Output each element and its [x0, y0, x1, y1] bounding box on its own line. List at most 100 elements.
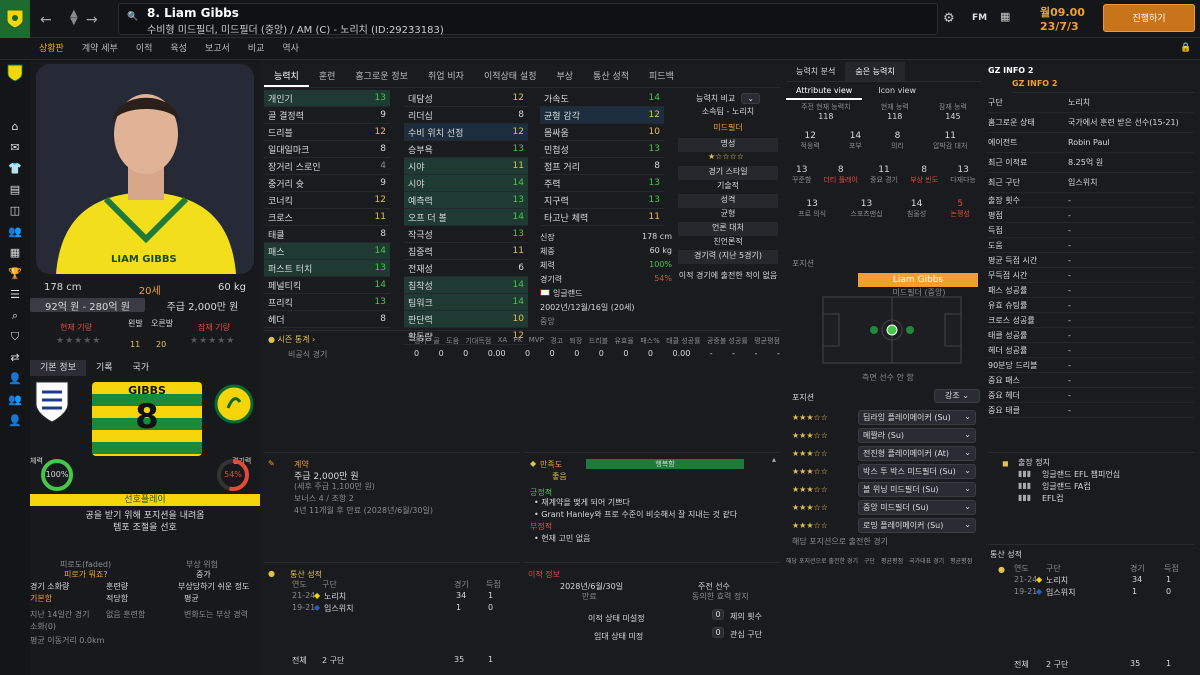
gz-field-value: - [1068, 390, 1071, 400]
tab-feedback[interactable]: 피드백 [639, 66, 684, 87]
home-icon[interactable]: ⌂ [0, 116, 30, 137]
tab-training[interactable]: 훈련 [309, 66, 346, 87]
attribute-name: 골 결정력 [268, 111, 304, 122]
settings-icon[interactable]: ⚙ [943, 11, 955, 26]
continue-button[interactable]: 진행하기 [1103, 4, 1195, 32]
tab-compare[interactable]: 비교 [239, 38, 274, 62]
game-date: 23/7/3 [1040, 20, 1079, 33]
role-dropdown[interactable]: 볼 위닝 미드필더 (Su) ⌄ [858, 481, 976, 497]
role-dropdown[interactable]: 메짤라 (Su) ⌄ [858, 427, 976, 443]
tab-injury[interactable]: 부상 [546, 66, 583, 87]
tab-development[interactable]: 육성 [161, 38, 196, 62]
analysis-value: 8 [921, 165, 927, 175]
attribute-value: 9 [380, 110, 386, 120]
career-right-title[interactable]: 통산 성적 [990, 549, 1022, 560]
gz-field-row: 도움 - [988, 238, 1194, 253]
season-stats-title[interactable]: ● 시즌 통계 › [268, 334, 315, 345]
attribute-name: 작극성 [408, 230, 433, 241]
gz-field-value: - [1068, 240, 1071, 250]
tab-overview[interactable]: 상황판 [30, 38, 73, 62]
role-dropdown[interactable]: 전진형 플레이메이커 (At) ⌄ [858, 445, 976, 461]
gz-field-value: - [1068, 360, 1071, 370]
player-photo: LIAM GIBBS [36, 64, 254, 274]
tab-contract[interactable]: 계약 세부 [73, 38, 127, 62]
attribute-view-button[interactable]: Attribute view [786, 82, 863, 100]
identity-tabs: 기본 정보 기록 국가 [30, 360, 260, 376]
forward-icon[interactable]: → [86, 12, 98, 28]
tab-hidden-attributes[interactable]: 숨은 능력치 [845, 62, 905, 81]
gz-field-label: 중요 헤더 [988, 390, 1020, 400]
tab-career-stats[interactable]: 통산 성적 [583, 66, 639, 87]
people-icon[interactable]: 👤 [0, 368, 30, 389]
scouting-icon[interactable]: ⌕ [0, 305, 30, 326]
attribute-value: 14 [512, 297, 524, 307]
tactics-icon[interactable]: ▤ [0, 179, 30, 200]
attribute-value: 13 [648, 195, 660, 205]
role-stars-icon: ★★★☆☆ [792, 466, 828, 476]
person-icon[interactable]: 👤 [0, 410, 30, 431]
transfer-info-panel: 이적 정보 2028년/6월/30일 만료 주전 선수 동의한 효력 정지 이적… [524, 562, 780, 675]
club-crest-icon[interactable] [0, 60, 30, 116]
transfer-title[interactable]: 이적 정보 [528, 569, 560, 580]
list-icon[interactable]: ☰ [0, 284, 30, 305]
gz-field-value: - [1068, 375, 1071, 385]
schedule-icon[interactable]: ▦ [0, 242, 30, 263]
inbox-icon[interactable]: ✉ [0, 137, 30, 158]
squad-icon[interactable]: 👕 [0, 158, 30, 179]
calendar-icon[interactable]: ▦ [1000, 10, 1010, 23]
role-dropdown[interactable]: 로밍 플레이메이커 (Su) ⌄ [858, 517, 976, 533]
analysis-label: 잠재 능력 [938, 103, 967, 111]
search-icon[interactable]: 🔍 [127, 12, 138, 22]
back-icon[interactable]: ← [40, 12, 52, 28]
tab-attributes[interactable]: 능력치 [264, 66, 309, 87]
lock-icon[interactable]: 🔒 [1180, 43, 1191, 53]
happiness-title[interactable]: 만족도 [540, 459, 562, 470]
club-badge-icon[interactable] [0, 0, 30, 38]
attribute-name: 대담성 [408, 94, 433, 105]
career-col-apps: 경기 [454, 580, 469, 589]
tab-transfer-status[interactable]: 이적상태 설정 [474, 66, 547, 87]
season-value: 0 [574, 349, 580, 358]
tab-work-permit[interactable]: 취업 비자 [418, 66, 474, 87]
tab-records[interactable]: 기록 [86, 360, 123, 376]
history-icon[interactable]: ▲ ▼ [70, 9, 78, 27]
career-row: 21-24 ◆ 노리치 34 1 [292, 591, 520, 603]
tab-transfer[interactable]: 이적 [127, 38, 162, 62]
fitness-info-panel: 피로도(faded) 피로가 뭐죠? 부상 위험 중가 경기 소화량 기본함 훈… [30, 555, 260, 675]
role-dropdown[interactable]: 박스 투 박스 미드필더 (Su) ⌄ [858, 463, 976, 479]
season-stats-title-text: 시즌 통계 [277, 335, 310, 344]
gz-field-row: 출장 횟수 - [988, 193, 1194, 208]
compare-dropdown-icon[interactable]: ⌄ [741, 92, 761, 104]
attribute-name: 프리킥 [268, 298, 293, 309]
season-col-header: 기대득점 [465, 337, 492, 345]
recent-injury-label: 변화도는 부상 경력 [184, 610, 248, 619]
tab-basic-info[interactable]: 기본 정보 [30, 360, 86, 376]
gz-field-label: 최근 구단 [988, 178, 1020, 187]
transfers-icon[interactable]: ⇄ [0, 347, 30, 368]
gz-subtitle[interactable]: GZ INFO 2 [1012, 79, 1194, 93]
tab-reports[interactable]: 보고서 [196, 38, 239, 62]
tab-homegrown[interactable]: 홈그로운 정보 [345, 66, 418, 87]
tab-nation[interactable]: 국가 [123, 360, 160, 376]
gz-field-value: 8.25억 원 [1068, 158, 1104, 167]
analysis-label: 중요 경기 [870, 176, 898, 184]
attribute-row: 점프 거리 8 [540, 158, 664, 175]
season-value: 0.00 [487, 349, 506, 358]
data-icon[interactable]: ◫ [0, 200, 30, 221]
media-value: 친언론적 [713, 237, 743, 246]
career-club: 입스위치 [324, 604, 354, 613]
group-icon[interactable]: 👥 [0, 389, 30, 410]
attribute-value: 14 [374, 246, 386, 256]
tab-attribute-analysis[interactable]: 능력치 분석 [786, 62, 845, 81]
staff-icon[interactable]: 👥 [0, 221, 30, 242]
shield-icon[interactable]: ⛉ [0, 326, 30, 347]
roles-filter-dropdown[interactable]: 강조 ⌄ [934, 389, 980, 403]
icon-view-button[interactable]: Icon view [862, 82, 932, 100]
gz-field-label: 중요 패스 [988, 375, 1020, 385]
scroll-up-icon[interactable]: ▴ [772, 455, 776, 464]
role-dropdown[interactable]: 딥라잉 플레이메이커 (Su) ⌄ [858, 409, 976, 425]
role-dropdown[interactable]: 중앙 미드필더 (Su) ⌄ [858, 499, 976, 515]
competitions-icon[interactable]: 🏆 [0, 263, 30, 284]
tab-history[interactable]: 역사 [273, 38, 308, 62]
injury-prone-value: 평균 [184, 594, 199, 603]
